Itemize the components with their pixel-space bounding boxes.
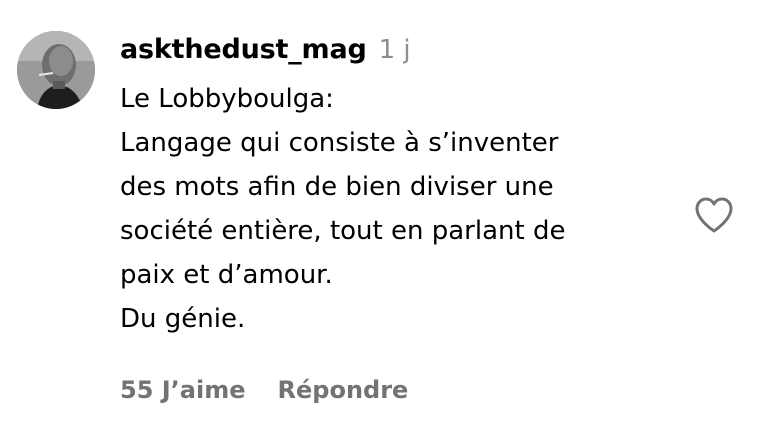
comment-line: société entière, tout en parlant de	[120, 216, 566, 246]
heart-outline-icon[interactable]	[694, 196, 734, 234]
comment-line: Langage qui consiste à s’inventer	[120, 128, 559, 158]
comment-line: des mots afin de bien diviser une	[120, 172, 554, 202]
comment-line: paix et d’amour.	[120, 260, 333, 290]
avatar[interactable]	[17, 31, 95, 109]
comment: askthedust_mag 1 j Le Lobbyboulga: Langa…	[120, 34, 680, 341]
comment-actions: 55 J’aime Répondre	[120, 372, 408, 408]
comment-line: Le Lobbyboulga:	[120, 84, 334, 114]
comment-line: Du génie.	[120, 304, 246, 334]
avatar-photo	[17, 31, 95, 109]
reply-button[interactable]: Répondre	[278, 376, 409, 404]
likes-count-button[interactable]: 55 J’aime	[120, 376, 246, 404]
comment-text: Le Lobbyboulga: Langage qui consiste à s…	[120, 77, 680, 341]
username-link[interactable]: askthedust_mag	[120, 34, 367, 65]
comment-timestamp[interactable]: 1 j	[379, 35, 411, 65]
